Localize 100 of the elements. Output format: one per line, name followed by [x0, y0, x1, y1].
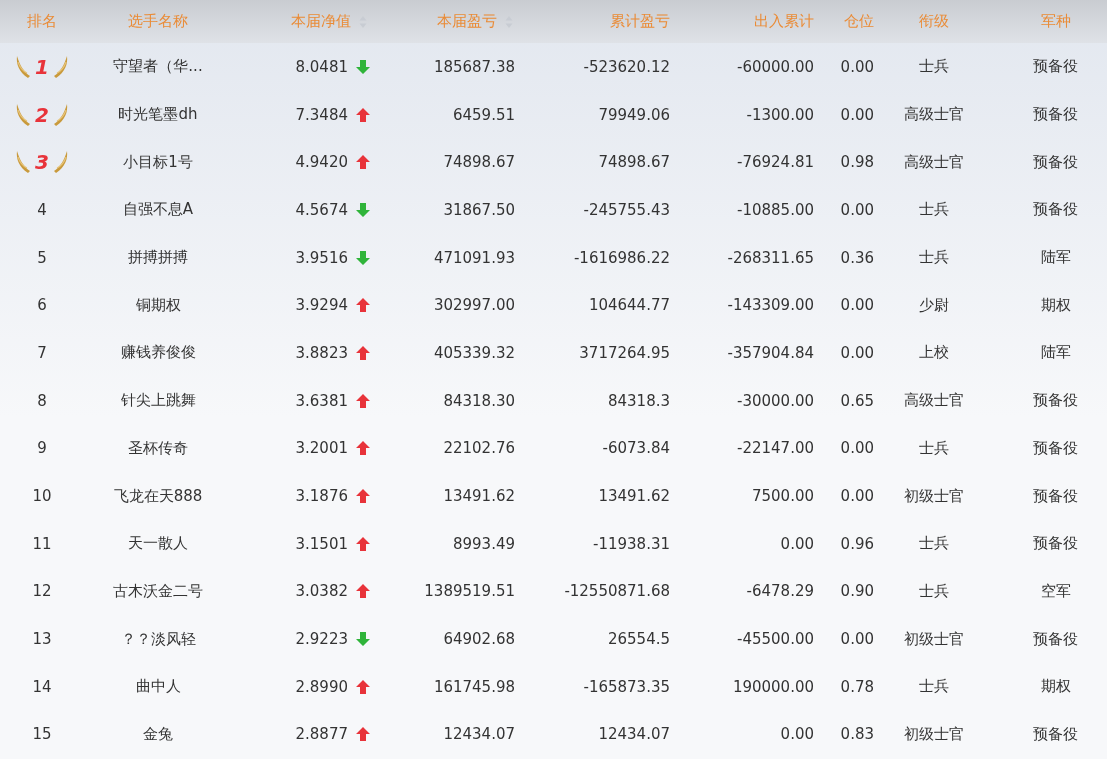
net-value: 3.1876 — [295, 487, 348, 506]
total-profit: 12434.07 — [598, 725, 670, 744]
fund-flow: -357904.84 — [727, 343, 814, 362]
net-value: 3.9516 — [295, 248, 348, 267]
period-profit: 8993.49 — [452, 534, 515, 553]
service-branch: 预备役 — [1033, 200, 1078, 220]
fund-flow: -60000.00 — [737, 57, 814, 76]
total-profit: 104644.77 — [588, 296, 670, 315]
total-profit: 74898.67 — [598, 153, 670, 172]
total-profit: 79949.06 — [598, 105, 670, 124]
service-branch: 预备役 — [1033, 57, 1078, 77]
position-ratio: 0.36 — [840, 248, 874, 267]
position-ratio: 0.00 — [840, 630, 874, 649]
rank-number: 4 — [37, 200, 47, 219]
column-header: 出入累计 — [754, 12, 814, 31]
rank-number: 12 — [32, 582, 52, 601]
period-profit: 22102.76 — [443, 439, 515, 458]
period-profit: 161745.98 — [433, 677, 515, 696]
position-ratio: 0.00 — [840, 487, 874, 506]
fund-flow: -268311.65 — [727, 248, 814, 267]
fund-flow: -30000.00 — [737, 391, 814, 410]
rank-number: 10 — [32, 487, 52, 506]
position-ratio: 0.98 — [840, 153, 874, 172]
rank-title: 士兵 — [919, 677, 949, 697]
net-value: 2.9223 — [295, 630, 348, 649]
column-header: 选手名称 — [128, 12, 188, 31]
column-header: 排名 — [27, 12, 57, 31]
position-ratio: 0.78 — [840, 677, 874, 696]
position-ratio: 0.65 — [840, 391, 874, 410]
position-ratio: 0.00 — [840, 439, 874, 458]
rank-number: 13 — [32, 630, 52, 649]
total-profit: -245755.43 — [583, 200, 670, 219]
total-profit: -523620.12 — [583, 57, 670, 76]
rank-title: 士兵 — [919, 200, 949, 220]
service-branch: 期权 — [1040, 295, 1071, 315]
position-ratio: 0.00 — [840, 343, 874, 362]
net-value: 4.9420 — [295, 153, 348, 172]
net-value: 3.2001 — [295, 439, 348, 458]
rank-number: 11 — [32, 534, 52, 553]
service-branch: 空军 — [1040, 581, 1071, 601]
column-header[interactable]: 本届盈亏 — [437, 12, 513, 31]
wing-icon — [52, 149, 69, 176]
total-profit: 26554.5 — [607, 630, 670, 649]
player-name: 赚钱养俊俊 — [120, 343, 196, 363]
rank-title: 高级士官 — [904, 105, 964, 125]
column-header[interactable]: 本届净值 — [291, 12, 367, 31]
player-name: 自强不息A — [122, 200, 194, 220]
service-branch: 预备役 — [1033, 486, 1078, 506]
net-value: 2.8877 — [295, 725, 348, 744]
position-ratio: 0.00 — [840, 296, 874, 315]
player-name: 飞龙在天888 — [113, 486, 203, 506]
service-branch: 预备役 — [1033, 438, 1078, 458]
total-profit: 3717264.95 — [579, 343, 670, 362]
period-profit: 302997.00 — [433, 296, 515, 315]
total-profit: -165873.35 — [583, 677, 670, 696]
rank-title: 上校 — [919, 343, 949, 363]
rank-title: 士兵 — [919, 248, 949, 268]
total-profit: 84318.3 — [607, 391, 670, 410]
net-value: 4.5674 — [295, 200, 348, 219]
net-value: 8.0481 — [295, 57, 348, 76]
rank-number: 8 — [37, 391, 47, 410]
column-header: 衔级 — [919, 12, 949, 31]
player-name: 圣杯传奇 — [128, 438, 188, 458]
period-profit: 471091.93 — [433, 248, 515, 267]
rank-number: 2 — [35, 102, 49, 127]
fund-flow: -10885.00 — [737, 200, 814, 219]
rank-title: 高级士官 — [904, 391, 964, 411]
period-profit: 31867.50 — [443, 200, 515, 219]
period-profit: 405339.32 — [433, 343, 515, 362]
rank-number: 14 — [32, 677, 52, 696]
total-profit: 13491.62 — [598, 487, 670, 506]
net-value: 3.1501 — [295, 534, 348, 553]
position-ratio: 0.96 — [840, 534, 874, 553]
player-name: 古木沃金二号 — [113, 581, 203, 601]
fund-flow: -143309.00 — [727, 296, 814, 315]
fund-flow: -76924.81 — [737, 153, 814, 172]
fund-flow: 0.00 — [780, 725, 814, 744]
position-ratio: 0.90 — [840, 582, 874, 601]
rank-title: 初级士官 — [904, 486, 964, 506]
total-profit: -1616986.22 — [573, 248, 670, 267]
period-profit: 185687.38 — [433, 57, 515, 76]
wing-icon — [15, 149, 32, 176]
period-profit: 13491.62 — [443, 487, 515, 506]
fund-flow: 190000.00 — [732, 677, 814, 696]
period-profit: 1389519.51 — [424, 582, 515, 601]
net-value: 7.3484 — [295, 105, 348, 124]
column-header: 军种 — [1040, 12, 1071, 31]
column-header: 累计盈亏 — [610, 12, 670, 31]
rank-title: 士兵 — [919, 581, 949, 601]
rank-number: 6 — [37, 296, 47, 315]
service-branch: 预备役 — [1033, 724, 1078, 744]
total-profit: -12550871.68 — [564, 582, 670, 601]
period-profit: 6459.51 — [452, 105, 515, 124]
rank-number: 5 — [37, 248, 47, 267]
fund-flow: 7500.00 — [751, 487, 814, 506]
rank-number: 7 — [37, 343, 47, 362]
player-name: 铜期权 — [135, 295, 181, 315]
rank-title: 士兵 — [919, 57, 949, 77]
net-value: 3.9294 — [295, 296, 348, 315]
player-name: 守望者（华... — [113, 57, 203, 77]
